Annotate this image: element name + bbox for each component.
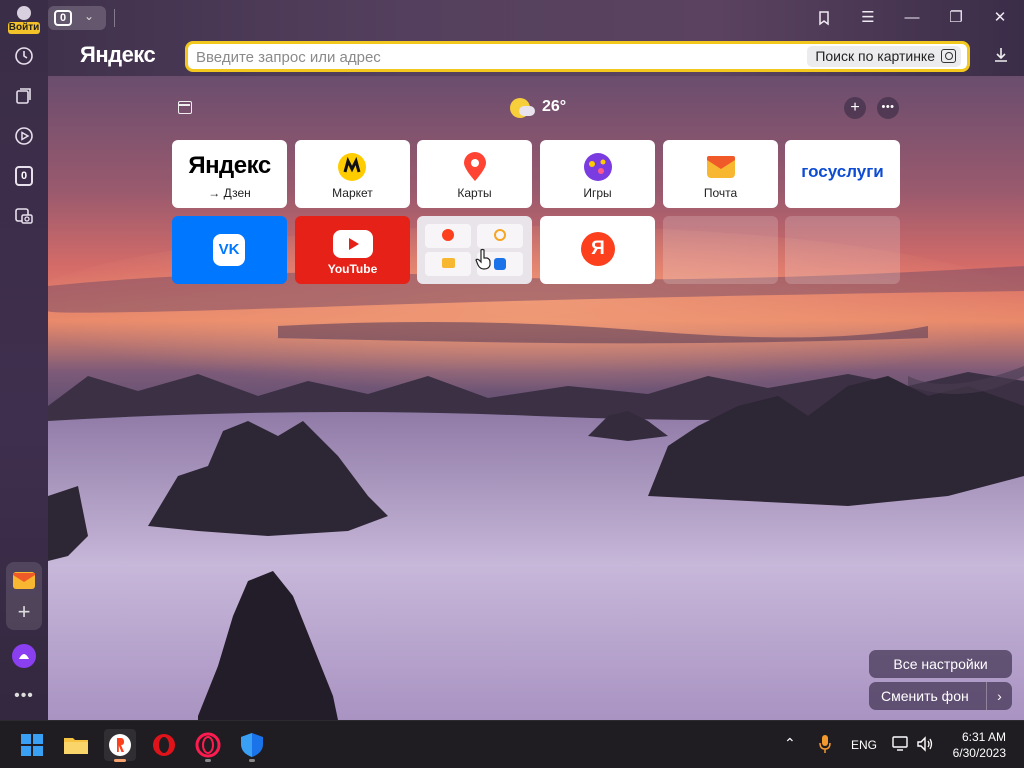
collections-icon[interactable] bbox=[12, 84, 36, 108]
system-clock[interactable]: 6:31 AM 6/30/2023 bbox=[953, 729, 1006, 761]
widgets-icon[interactable] bbox=[178, 101, 192, 114]
cloud-mini-icon bbox=[494, 258, 506, 270]
tile-maps[interactable]: Карты bbox=[417, 140, 532, 208]
opera-icon[interactable] bbox=[148, 729, 180, 761]
change-background-label: Сменить фон bbox=[881, 688, 969, 704]
microphone-icon[interactable] bbox=[818, 734, 832, 759]
change-background-button[interactable]: Сменить фон › bbox=[869, 682, 1012, 710]
volume-icon[interactable] bbox=[916, 735, 934, 758]
history-icon[interactable] bbox=[12, 44, 36, 68]
mail-mini-icon bbox=[442, 258, 455, 268]
browser-sidebar: 0 + ••• bbox=[0, 0, 48, 720]
tile-mail[interactable]: Почта bbox=[663, 140, 778, 208]
yandex-logo[interactable]: Яндекс bbox=[80, 42, 156, 68]
search-input[interactable] bbox=[196, 47, 786, 67]
tile-market[interactable]: Маркет bbox=[295, 140, 410, 208]
tile-gosuslugi[interactable]: госуслуги bbox=[785, 140, 900, 208]
tile-yandex-dzen[interactable]: Яндекс → Дзен bbox=[172, 140, 287, 208]
yandex-browser-taskbar-icon[interactable] bbox=[104, 729, 136, 762]
minimize-icon[interactable]: — bbox=[898, 6, 926, 30]
alice-icon[interactable] bbox=[12, 644, 36, 668]
tile-yandex[interactable]: Я bbox=[540, 216, 655, 284]
folder-item bbox=[477, 224, 523, 248]
more-icon[interactable]: ••• bbox=[12, 684, 36, 708]
chevron-down-icon: ⌄ bbox=[84, 9, 95, 23]
tabs-dropdown[interactable]: 0 ⌄ bbox=[48, 6, 106, 30]
tile-gosuslugi-logo: госуслуги bbox=[801, 162, 884, 181]
mail-icon[interactable] bbox=[12, 568, 36, 592]
tile-label: Почта bbox=[703, 186, 738, 200]
hand-cursor-icon bbox=[475, 248, 491, 270]
folder-item bbox=[425, 224, 471, 248]
tile-label: Карты bbox=[457, 186, 492, 200]
divider bbox=[114, 9, 115, 27]
user-avatar-icon bbox=[17, 6, 31, 20]
tile-label: Маркет bbox=[332, 186, 373, 200]
windows-security-icon[interactable] bbox=[236, 729, 268, 762]
tile-games[interactable]: Игры bbox=[540, 140, 655, 208]
youtube-icon bbox=[333, 230, 373, 258]
more-options-button[interactable]: ••• bbox=[877, 97, 899, 119]
yandex-icon: Я bbox=[581, 232, 615, 266]
cloud-icon bbox=[519, 106, 535, 116]
download-icon[interactable] bbox=[990, 46, 1012, 68]
market-icon bbox=[338, 153, 366, 181]
all-settings-button[interactable]: Все настройки bbox=[869, 650, 1012, 678]
folder-item bbox=[425, 252, 471, 276]
yandex-mini-icon bbox=[442, 229, 454, 241]
timer-mini-icon bbox=[494, 229, 506, 241]
tab-counter-icon[interactable]: 0 bbox=[12, 164, 36, 188]
windows-taskbar: ⌃ ENG 6:31 AM 6/30/2023 bbox=[0, 720, 1024, 768]
add-app-icon[interactable]: + bbox=[12, 600, 36, 624]
camera-icon bbox=[941, 49, 956, 63]
image-search-button[interactable]: Поиск по картинке bbox=[807, 46, 961, 67]
language-indicator[interactable]: ENG bbox=[851, 738, 877, 752]
add-tile-button[interactable]: + bbox=[844, 97, 866, 119]
screenshot-icon[interactable] bbox=[12, 204, 36, 228]
tile-label: YouTube bbox=[327, 262, 378, 276]
sidebar-counter-badge: 0 bbox=[15, 166, 33, 186]
bookmarks-icon[interactable] bbox=[810, 6, 838, 30]
menu-icon[interactable]: ☰ bbox=[854, 6, 882, 30]
opera-gx-icon[interactable] bbox=[192, 729, 224, 762]
tile-youtube[interactable]: YouTube bbox=[295, 216, 410, 284]
tab-count-badge: 0 bbox=[54, 10, 72, 26]
clock-time: 6:31 AM bbox=[961, 730, 1006, 744]
weather-temperature: 26° bbox=[542, 98, 567, 115]
tile-empty[interactable] bbox=[785, 216, 900, 284]
image-search-label: Поиск по картинке bbox=[815, 48, 935, 64]
login-button[interactable]: Войти bbox=[8, 4, 40, 34]
tile-vk[interactable]: VK bbox=[172, 216, 287, 284]
restore-icon[interactable]: ❐ bbox=[942, 6, 970, 30]
video-icon[interactable] bbox=[12, 124, 36, 148]
tile-folder-group[interactable] bbox=[417, 216, 532, 284]
chevron-up-icon[interactable]: ⌃ bbox=[784, 735, 796, 752]
windows-start-icon[interactable] bbox=[16, 729, 48, 761]
address-bar[interactable]: Поиск по картинке bbox=[185, 41, 970, 72]
mail-icon bbox=[707, 156, 735, 178]
tile-empty[interactable] bbox=[663, 216, 778, 284]
chevron-right-icon[interactable]: › bbox=[986, 682, 1012, 710]
tile-label: Игры bbox=[583, 186, 612, 200]
tile-yandex-logo: Яндекс bbox=[188, 152, 271, 179]
map-pin-icon bbox=[464, 152, 486, 181]
games-icon bbox=[584, 153, 612, 181]
file-explorer-icon[interactable] bbox=[60, 729, 92, 761]
vk-icon: VK bbox=[213, 234, 245, 266]
tile-label: → Дзен bbox=[208, 186, 251, 200]
clock-date: 6/30/2023 bbox=[952, 746, 1006, 760]
network-icon[interactable] bbox=[892, 735, 910, 758]
login-label: Войти bbox=[8, 22, 40, 34]
close-icon[interactable]: ✕ bbox=[986, 6, 1014, 30]
